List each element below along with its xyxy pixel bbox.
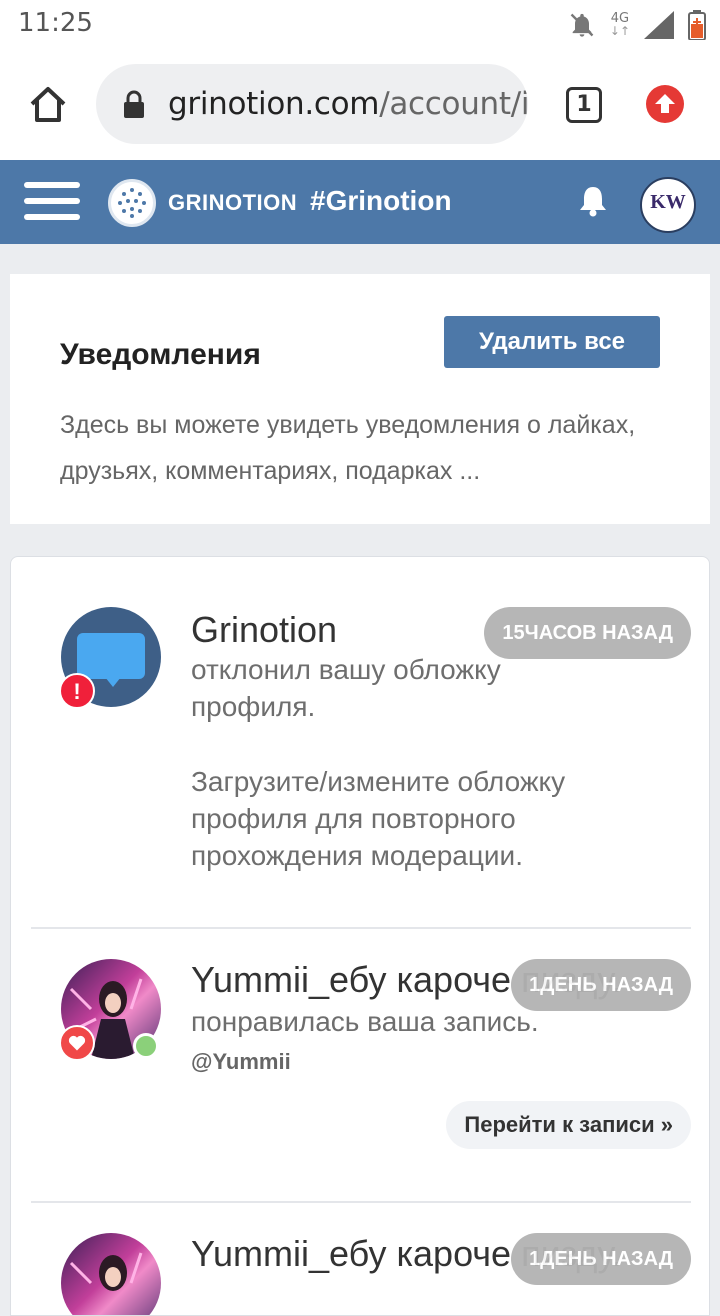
bell-icon[interactable] <box>576 184 610 218</box>
notification-item[interactable]: Yummii_ебу кароче пизду. 1ДЕНЬ НАЗАД пон… <box>31 929 691 1203</box>
avatar[interactable] <box>61 1233 161 1315</box>
notification-extra-text: Загрузите/измените обложку профиля для п… <box>191 766 566 871</box>
site-header: GRINOTION #Grinotion KW <box>0 160 720 244</box>
notification-item[interactable]: Yummii_ебу кароче пизду. 1ДЕНЬ НАЗАД <box>31 1203 691 1315</box>
network-indicator: 4G ↓↑ <box>609 11 630 38</box>
heart-icon <box>68 1035 86 1051</box>
home-icon[interactable] <box>26 82 70 126</box>
url-path: /account/i <box>379 86 528 122</box>
hashtag-link[interactable]: #Grinotion <box>310 185 452 217</box>
page-title: Уведомления <box>60 338 261 371</box>
logo-text[interactable]: GRINOTION <box>168 190 297 216</box>
user-mention[interactable]: @Yummii <box>191 1049 291 1075</box>
notifications-header-card: Уведомления Удалить все Здесь вы можете … <box>10 274 710 524</box>
status-time: 11:25 <box>18 8 93 38</box>
tab-switcher-button[interactable]: 1 <box>566 87 602 123</box>
alert-badge: ! <box>59 673 95 709</box>
address-bar[interactable]: grinotion.com/account/i <box>96 64 528 144</box>
notification-text: отклонил вашу обложку профиля. <box>191 654 501 722</box>
timestamp-badge: 1ДЕНЬ НАЗАД <box>511 1233 691 1285</box>
hamburger-menu-icon[interactable] <box>24 182 80 224</box>
status-icons: 4G ↓↑ <box>568 8 706 42</box>
logo-icon[interactable] <box>108 179 156 227</box>
like-badge <box>59 1025 95 1061</box>
browser-toolbar: grinotion.com/account/i 1 <box>0 52 720 160</box>
notification-text: понравилась ваша запись. <box>191 1006 539 1037</box>
notification-item[interactable]: ! 15ЧАСОВ НАЗАД Grinotion отклонил вашу … <box>31 557 691 929</box>
notification-author[interactable]: Grinotion <box>191 609 337 651</box>
url-domain: grinotion.com <box>168 86 380 122</box>
page-description: Здесь вы можете увидеть уведомления о ла… <box>60 411 636 485</box>
notifications-list: ! 15ЧАСОВ НАЗАД Grinotion отклонил вашу … <box>10 556 710 1316</box>
user-avatar[interactable]: KW <box>640 177 696 233</box>
lock-icon <box>124 90 144 118</box>
status-bar: 11:25 4G ↓↑ <box>0 0 720 52</box>
online-status-indicator <box>133 1033 159 1059</box>
update-button[interactable] <box>646 85 684 123</box>
signal-icon <box>644 11 674 39</box>
arrow-up-icon <box>655 94 675 113</box>
url-text: grinotion.com/account/i <box>168 86 528 122</box>
battery-icon <box>688 10 706 40</box>
notifications-off-icon <box>570 13 594 37</box>
go-to-post-button[interactable]: Перейти к записи » <box>446 1101 691 1149</box>
delete-all-button[interactable]: Удалить все <box>444 316 660 368</box>
